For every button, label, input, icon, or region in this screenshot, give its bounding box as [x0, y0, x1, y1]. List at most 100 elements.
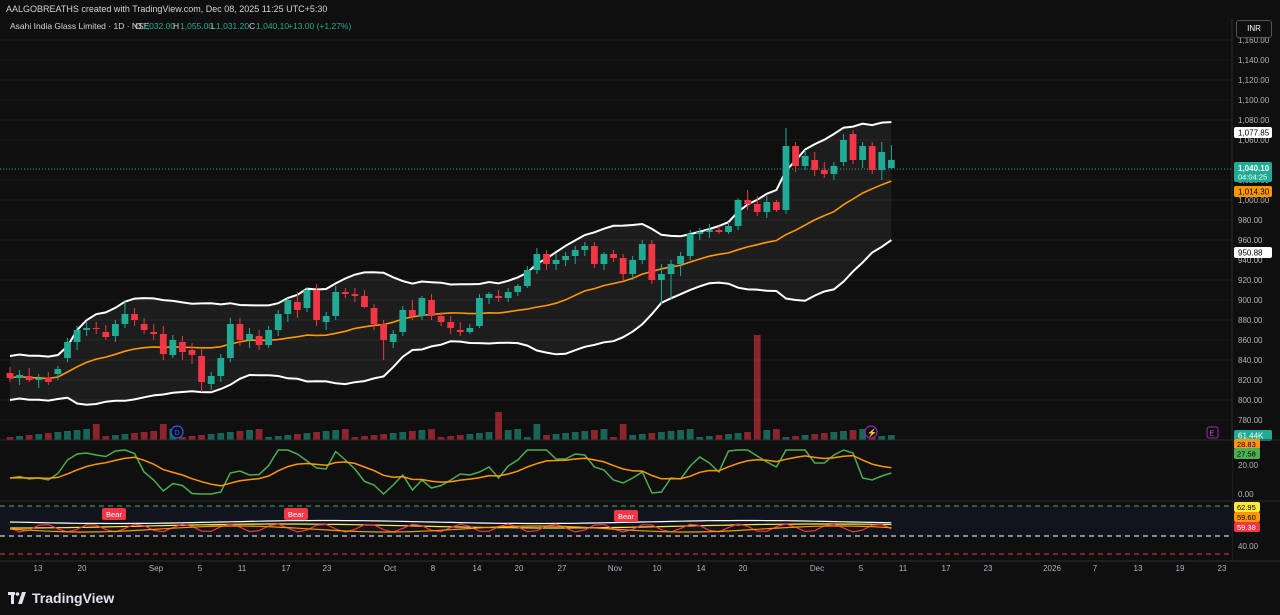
candle-body[interactable]: [399, 310, 407, 332]
currency-button[interactable]: INR: [1236, 20, 1272, 38]
candle-body[interactable]: [236, 324, 244, 340]
candle-body[interactable]: [303, 290, 311, 308]
candle-body[interactable]: [35, 378, 43, 380]
candle-body[interactable]: [274, 314, 282, 330]
candle-body[interactable]: [763, 202, 771, 212]
candle-body[interactable]: [600, 254, 608, 264]
candle-body[interactable]: [198, 356, 205, 382]
candle-body[interactable]: [44, 378, 52, 382]
candle-body[interactable]: [322, 316, 330, 322]
candle-body[interactable]: [725, 226, 732, 232]
candle-body[interactable]: [246, 334, 253, 340]
candle-body[interactable]: [571, 250, 579, 256]
candle-body[interactable]: [734, 200, 742, 226]
candle-body[interactable]: [456, 330, 464, 332]
candle-body[interactable]: [73, 330, 81, 342]
candle-body[interactable]: [6, 373, 14, 378]
candle-body[interactable]: [332, 292, 340, 316]
candle-body[interactable]: [294, 302, 301, 310]
candle-body[interactable]: [169, 340, 177, 355]
candle-body[interactable]: [715, 230, 723, 232]
candle-body[interactable]: [562, 256, 570, 260]
candle-body[interactable]: [313, 290, 320, 320]
candle-body[interactable]: [179, 342, 186, 352]
candle-body[interactable]: [255, 336, 263, 345]
event-marker[interactable]: E: [1206, 426, 1219, 439]
candle-body[interactable]: [226, 324, 234, 358]
candle-body[interactable]: [782, 146, 790, 210]
candle-body[interactable]: [389, 334, 397, 342]
candle-body[interactable]: [64, 342, 71, 358]
earnings-marker[interactable]: ⚡: [864, 425, 878, 439]
candle-body[interactable]: [629, 260, 637, 274]
candle-body[interactable]: [495, 296, 502, 298]
candle-body[interactable]: [658, 274, 665, 280]
candle-body[interactable]: [887, 159, 895, 168]
candle-body[interactable]: [418, 298, 426, 316]
candle-body[interactable]: [581, 246, 589, 250]
candle-body[interactable]: [447, 322, 455, 328]
candle-body[interactable]: [351, 294, 359, 296]
candle-body[interactable]: [667, 264, 675, 274]
dividend-marker[interactable]: D: [170, 425, 184, 439]
candle-body[interactable]: [840, 140, 847, 162]
candle-body[interactable]: [705, 230, 713, 232]
candle-body[interactable]: [773, 202, 780, 210]
candle-body[interactable]: [686, 234, 694, 256]
candle-body[interactable]: [504, 292, 512, 298]
candle-body[interactable]: [140, 324, 148, 330]
candle-body[interactable]: [121, 314, 129, 324]
candle-body[interactable]: [619, 258, 627, 274]
candle-body[interactable]: [284, 300, 292, 314]
candle-body[interactable]: [648, 244, 656, 280]
candle-body[interactable]: [361, 296, 368, 307]
candle-body[interactable]: [437, 316, 445, 322]
candle-body[interactable]: [696, 232, 704, 234]
candle-body[interactable]: [25, 376, 33, 380]
candle-body[interactable]: [533, 254, 541, 270]
tradingview-logo[interactable]: TradingView: [8, 589, 114, 607]
candle-body[interactable]: [753, 204, 761, 212]
candle-body[interactable]: [408, 310, 416, 316]
candle-body[interactable]: [792, 146, 799, 166]
candle-body[interactable]: [16, 375, 23, 378]
candle-body[interactable]: [380, 324, 388, 340]
candle-body[interactable]: [543, 254, 550, 264]
candle-body[interactable]: [111, 324, 119, 336]
candle-body[interactable]: [523, 270, 531, 286]
candle-body[interactable]: [830, 166, 838, 174]
candle-body[interactable]: [878, 152, 886, 170]
candle-body[interactable]: [552, 260, 560, 264]
candle-body[interactable]: [159, 334, 167, 354]
candle-body[interactable]: [744, 200, 752, 204]
candle-body[interactable]: [514, 286, 522, 292]
candle-body[interactable]: [677, 256, 684, 264]
candle-body[interactable]: [83, 328, 91, 330]
candle-body[interactable]: [801, 156, 809, 166]
candle-body[interactable]: [859, 146, 867, 160]
candle-body[interactable]: [188, 350, 196, 355]
candle-body[interactable]: [92, 328, 100, 329]
candle-body[interactable]: [102, 332, 110, 337]
candle-body[interactable]: [150, 332, 158, 334]
candle-body[interactable]: [849, 134, 857, 160]
candle-body[interactable]: [54, 369, 62, 374]
candle-body[interactable]: [485, 294, 493, 298]
candle-body[interactable]: [131, 314, 138, 320]
price-axis[interactable]: 1,160.001,140.001,120.001,100.001,080.00…: [1238, 36, 1270, 425]
price-chart[interactable]: Asahi India Glass Limited · 1D · NSE O 1…: [0, 18, 1280, 615]
candle-body[interactable]: [820, 170, 828, 174]
candle-body[interactable]: [217, 358, 225, 376]
oscillator-pane-1[interactable]: [0, 441, 1232, 500]
candle-body[interactable]: [638, 244, 646, 260]
candle-body[interactable]: [341, 292, 349, 294]
candle-body[interactable]: [428, 300, 435, 316]
candle-body[interactable]: [476, 298, 483, 326]
candle-body[interactable]: [868, 146, 876, 170]
candle-body[interactable]: [811, 160, 819, 170]
candle-body[interactable]: [466, 328, 474, 332]
candle-body[interactable]: [265, 330, 273, 345]
candle-body[interactable]: [370, 308, 378, 324]
candle-body[interactable]: [207, 376, 215, 384]
candle-body[interactable]: [610, 254, 617, 258]
